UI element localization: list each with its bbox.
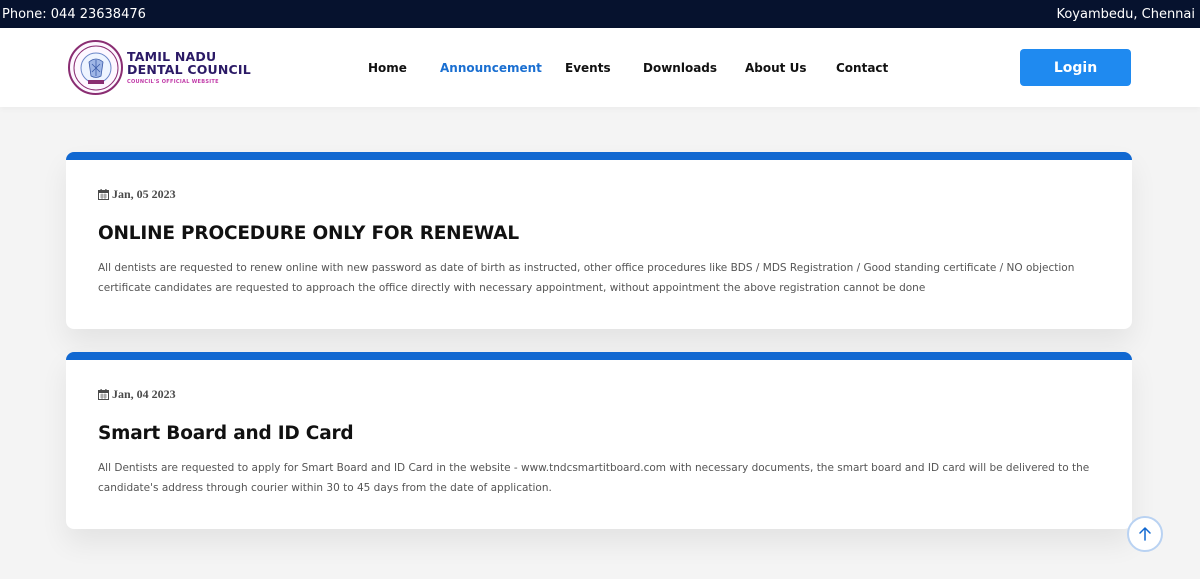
announcement-card: Jan, 04 2023 Smart Board and ID Card All…	[66, 352, 1132, 529]
location-text: Koyambedu, Chennai	[1056, 6, 1195, 22]
announcement-date: Jan, 05 2023	[98, 187, 176, 202]
announcement-body: All Dentists are requested to apply for …	[98, 462, 1090, 494]
nav-downloads[interactable]: Downloads	[643, 61, 717, 75]
nav-home[interactable]: Home	[368, 61, 407, 75]
announcement-date-text: Jan, 05 2023	[112, 187, 176, 201]
nav-contact[interactable]: Contact	[836, 61, 888, 75]
announcement-title: Smart Board and ID Card	[98, 423, 354, 444]
nav-events[interactable]: Events	[565, 61, 611, 75]
scroll-to-top-button[interactable]	[1127, 516, 1163, 552]
phone-text: Phone: 044 23638476	[2, 6, 146, 22]
announcement-body: All dentists are requested to renew onli…	[98, 262, 1075, 294]
nav-about-us[interactable]: About Us	[745, 61, 806, 75]
announcement-title: ONLINE PROCEDURE ONLY FOR RENEWAL	[98, 223, 519, 244]
announcement-date: Jan, 04 2023	[98, 387, 176, 402]
login-button[interactable]: Login	[1020, 49, 1131, 86]
nav-announcement[interactable]: Announcement	[440, 61, 542, 75]
top-info-bar: Phone: 044 23638476 Koyambedu, Chennai	[0, 0, 1200, 28]
arrow-up-icon	[1139, 527, 1151, 541]
site-header: TAMIL NADU DENTAL COUNCIL COUNCIL'S OFFI…	[0, 28, 1200, 107]
announcement-card: Jan, 05 2023 ONLINE PROCEDURE ONLY FOR R…	[66, 152, 1132, 329]
calendar-icon	[98, 389, 109, 400]
calendar-icon	[98, 189, 109, 200]
announcement-date-text: Jan, 04 2023	[112, 387, 176, 401]
